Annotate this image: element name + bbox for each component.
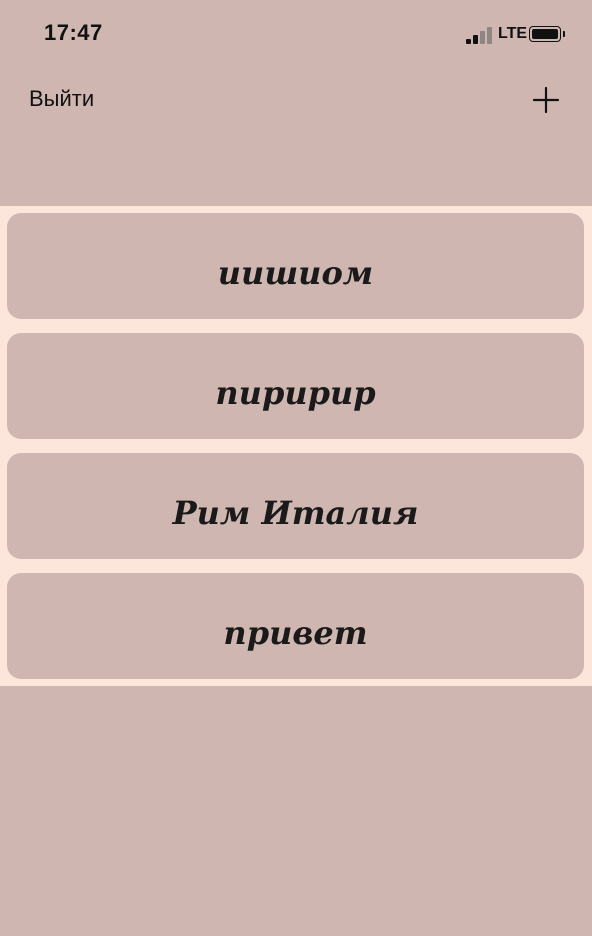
list-item[interactable]: Рим Италия xyxy=(7,453,584,559)
add-button[interactable] xyxy=(528,82,564,118)
list-item[interactable]: иишиом xyxy=(7,213,584,319)
list-item-label: Рим Италия xyxy=(172,494,419,532)
item-list: иишиом пиририр Рим Италия привет xyxy=(0,206,592,686)
cellular-signal-icon xyxy=(466,26,494,44)
list-item[interactable]: привет xyxy=(7,573,584,679)
list-item-label: привет xyxy=(223,614,368,652)
signal-bar-4 xyxy=(487,27,492,44)
signal-bar-3 xyxy=(480,31,485,44)
battery-icon xyxy=(529,26,565,42)
list-item-label: пиририр xyxy=(215,374,376,412)
status-bar: 17:47 LTE xyxy=(0,0,592,70)
signal-bar-1 xyxy=(466,39,471,44)
plus-icon xyxy=(532,86,560,114)
list-item-label: иишиом xyxy=(217,254,374,292)
navigation-bar: Выйти xyxy=(0,70,592,130)
list-item[interactable]: пиририр xyxy=(7,333,584,439)
status-time: 17:47 xyxy=(44,20,103,45)
logout-button[interactable]: Выйти xyxy=(29,86,94,112)
signal-bar-2 xyxy=(473,35,478,44)
network-type: LTE xyxy=(498,25,528,42)
